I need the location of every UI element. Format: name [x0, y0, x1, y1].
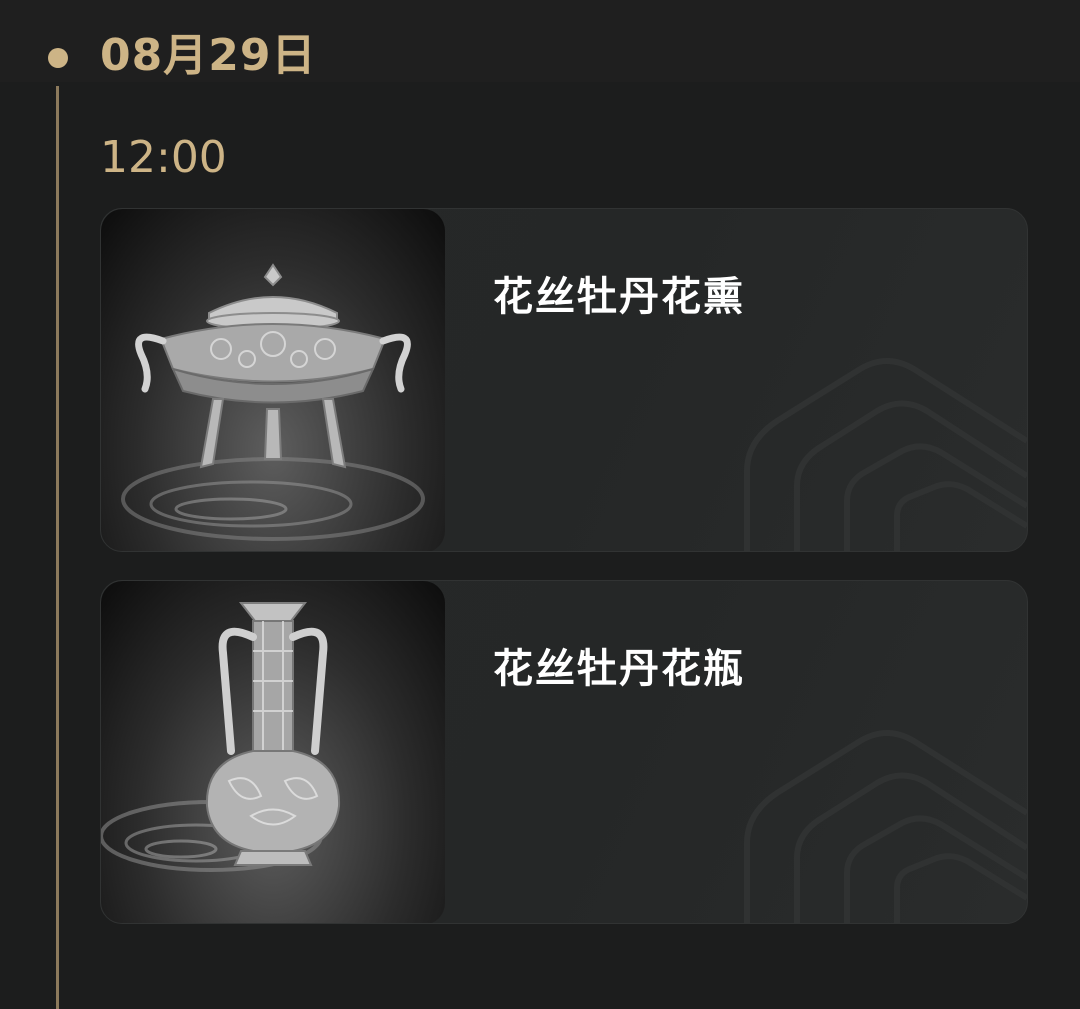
vase-icon	[101, 602, 341, 872]
censer-icon	[121, 263, 425, 541]
product-image[interactable]	[101, 209, 445, 551]
card-decoration	[744, 358, 1027, 551]
product-card[interactable]: 花丝牡丹花瓶	[100, 580, 1028, 924]
timeline-line	[56, 86, 59, 1009]
product-card[interactable]: 花丝牡丹花熏	[100, 208, 1028, 552]
timeline-dot	[48, 48, 68, 68]
product-title: 花丝牡丹花熏	[493, 274, 745, 320]
card-decoration	[744, 730, 1027, 923]
product-title: 花丝牡丹花瓶	[493, 646, 745, 692]
product-image[interactable]	[101, 581, 445, 923]
time-label: 12:00	[100, 132, 227, 183]
date-label: 08月29日	[100, 30, 317, 81]
